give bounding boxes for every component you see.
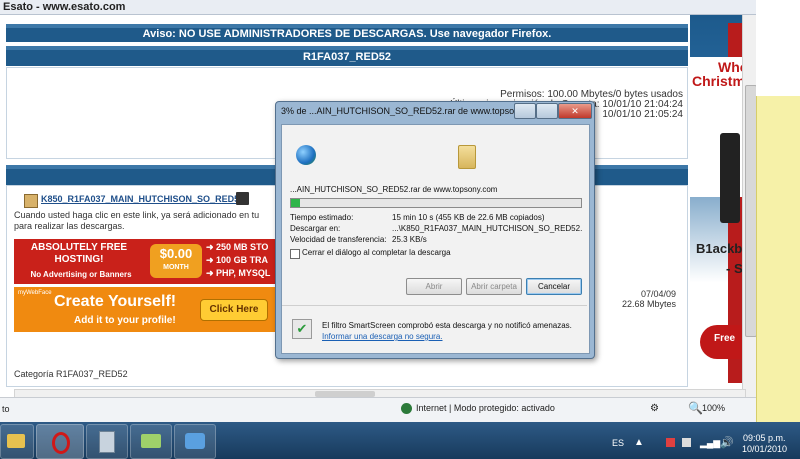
- phone-image: [720, 133, 740, 223]
- ad1-price: $0.00: [159, 246, 193, 261]
- signal-strength-icon[interactable]: ▂▄▆: [700, 438, 720, 449]
- window-icon: [141, 434, 161, 448]
- calculator-icon: [99, 431, 115, 453]
- desktop-right-strip: [756, 0, 800, 422]
- download-location-label: Descargar en:: [290, 224, 341, 233]
- ad2-subtitle: Add it to your profile!: [74, 315, 176, 326]
- browser-status-bar: to Internet | Modo protegido: activado ⚙…: [0, 397, 756, 423]
- ad1-feature-2: ➜ 100 GB TRA: [206, 255, 269, 265]
- side-ad-text-5: Free: [714, 333, 736, 344]
- ad1-feature-1-text: 250 MB STO: [216, 242, 269, 252]
- file-size: 22.68 Mbytes: [621, 299, 676, 309]
- folder-icon: [458, 145, 476, 169]
- create-yourself-ad-banner[interactable]: myWebFace Create Yourself! Add it to you…: [14, 287, 276, 332]
- save-disk-icon[interactable]: [236, 192, 249, 205]
- file-date: 07/04/09: [640, 289, 676, 299]
- close-on-complete-checkbox[interactable]: [290, 249, 300, 259]
- file-description-2: para realizar las descargas.: [14, 221, 125, 231]
- ad1-feature-2-text: 100 GB TRA: [216, 255, 269, 265]
- ad1-feature-1: ➜ 250 MB STO: [206, 242, 269, 252]
- close-on-complete-label[interactable]: Cerrar el diálogo al completar la descar…: [302, 248, 451, 257]
- taskbar-opera-button[interactable]: [36, 424, 84, 459]
- download-dialog[interactable]: 3% de ...AIN_HUTCHISON_SO_RED52.rar de w…: [275, 101, 595, 359]
- transfer-speed-label: Velocidad de transferencia:: [290, 235, 387, 244]
- file-description-1: Cuando usted haga clic en este link, ya …: [14, 210, 260, 220]
- side-ad-text-4: - S: [726, 261, 742, 276]
- maximize-button[interactable]: [536, 103, 558, 119]
- price-badge: $0.00 MONTH: [150, 244, 202, 278]
- side-ad-text-2: Christm: [692, 73, 742, 89]
- taskbar-calculator-button[interactable]: [86, 424, 128, 459]
- hosting-ad-banner[interactable]: ABSOLUTELY FREE HOSTING! No Advertising …: [14, 239, 276, 284]
- download-filename: ...AIN_HUTCHISON_SO_RED52.rar de www.top…: [290, 185, 498, 194]
- report-unsafe-link[interactable]: Informar una descarga no segura.: [322, 332, 443, 341]
- folder-icon: [7, 434, 25, 448]
- network-icon: [185, 433, 205, 449]
- smartscreen-check-icon: ✔: [292, 319, 312, 339]
- ad2-brand: myWebFace: [18, 290, 52, 296]
- minimize-button[interactable]: [514, 103, 536, 119]
- globe-icon: [296, 145, 316, 165]
- notice-text: Aviso: NO USE ADMINISTRADORES DE DESCARG…: [142, 28, 552, 40]
- internet-zone-icon: [401, 403, 412, 414]
- taskbar-folder-button[interactable]: [130, 424, 172, 459]
- zoom-icon[interactable]: 🔍: [688, 401, 703, 415]
- vertical-scrollbar[interactable]: [742, 15, 757, 397]
- show-hidden-icons-chevron[interactable]: ▲: [634, 437, 644, 448]
- open-folder-button[interactable]: Abrir carpeta: [466, 278, 522, 295]
- action-center-flag-icon[interactable]: [666, 438, 675, 447]
- security-zone-text[interactable]: Internet | Modo protegido: activado: [416, 403, 555, 413]
- status-left-text: to: [2, 404, 10, 414]
- transfer-speed-value: 25.3 KB/s: [392, 235, 427, 244]
- estimated-time-value: 15 min 10 s (455 KB de 22.6 MB copiados): [392, 213, 545, 222]
- taskbar-explorer-button[interactable]: [0, 424, 34, 459]
- file-download-link[interactable]: K850_R1FA037_MAIN_HUTCHISON_SO_RED52: [41, 194, 244, 204]
- cancel-button[interactable]: Cancelar: [526, 278, 582, 295]
- volume-icon[interactable]: 🔊: [720, 436, 734, 449]
- ad1-line2: HOSTING!: [54, 254, 104, 265]
- zoom-level[interactable]: 100%: [702, 403, 725, 413]
- browser-title-bar: Esato - www.esato.com: [0, 0, 800, 15]
- download-dialog-body: ...AIN_HUTCHISON_SO_RED52.rar de www.top…: [281, 124, 590, 354]
- folder-title-bar: R1FA037_RED52: [6, 46, 688, 66]
- clock-date[interactable]: 10/01/2010: [742, 444, 787, 454]
- tray-app-icon[interactable]: [682, 438, 691, 447]
- taskbar: ES ▲ ▂▄▆ 🔊 09:05 p.m. 10/01/2010: [0, 422, 800, 459]
- smartscreen-message: El filtro SmartScreen comprobó esta desc…: [322, 321, 572, 330]
- download-progress-bar: [290, 198, 582, 208]
- download-progress-fill: [291, 199, 300, 207]
- side-ad-text-3: B1ackb: [696, 241, 742, 256]
- category-text: Categoría R1FA037_RED52: [14, 369, 128, 379]
- language-indicator[interactable]: ES: [612, 438, 624, 448]
- opera-icon: [52, 432, 70, 454]
- protected-mode-icon[interactable]: ⚙: [650, 403, 659, 414]
- ad1-line3: No Advertising or Banners: [30, 270, 132, 279]
- download-location-value: ...\K850_R1FA037_MAIN_HUTCHISON_SO_RED52…: [392, 224, 583, 233]
- dialog-divider: [282, 305, 587, 306]
- estimated-time-label: Tiempo estimado:: [290, 213, 354, 222]
- ad1-line1: ABSOLUTELY FREE: [30, 242, 128, 253]
- taskbar-network-button[interactable]: [174, 424, 216, 459]
- download-dialog-title: 3% de ...AIN_HUTCHISON_SO_RED52.rar de w…: [281, 106, 516, 116]
- open-button[interactable]: Abrir: [406, 278, 462, 295]
- notice-banner: Aviso: NO USE ADMINISTRADORES DE DESCARG…: [6, 24, 688, 42]
- ad1-feature-3: ➜ PHP, MYSQL: [206, 268, 271, 278]
- side-christmas-ad[interactable]: Who Christm B1ackb - S Free: [690, 15, 742, 397]
- clock-time[interactable]: 09:05 p.m.: [743, 433, 786, 443]
- ad2-click-button[interactable]: Click Here: [200, 299, 268, 321]
- ad1-feature-3-text: PHP, MYSQL: [216, 268, 271, 278]
- rar-file-icon: [24, 194, 38, 208]
- ad1-month: MONTH: [163, 264, 189, 271]
- folder-title: R1FA037_RED52: [302, 51, 392, 63]
- browser-title: Esato - www.esato.com: [3, 1, 126, 13]
- ad2-title: Create Yourself!: [54, 293, 177, 310]
- close-button[interactable]: ✕: [558, 103, 592, 119]
